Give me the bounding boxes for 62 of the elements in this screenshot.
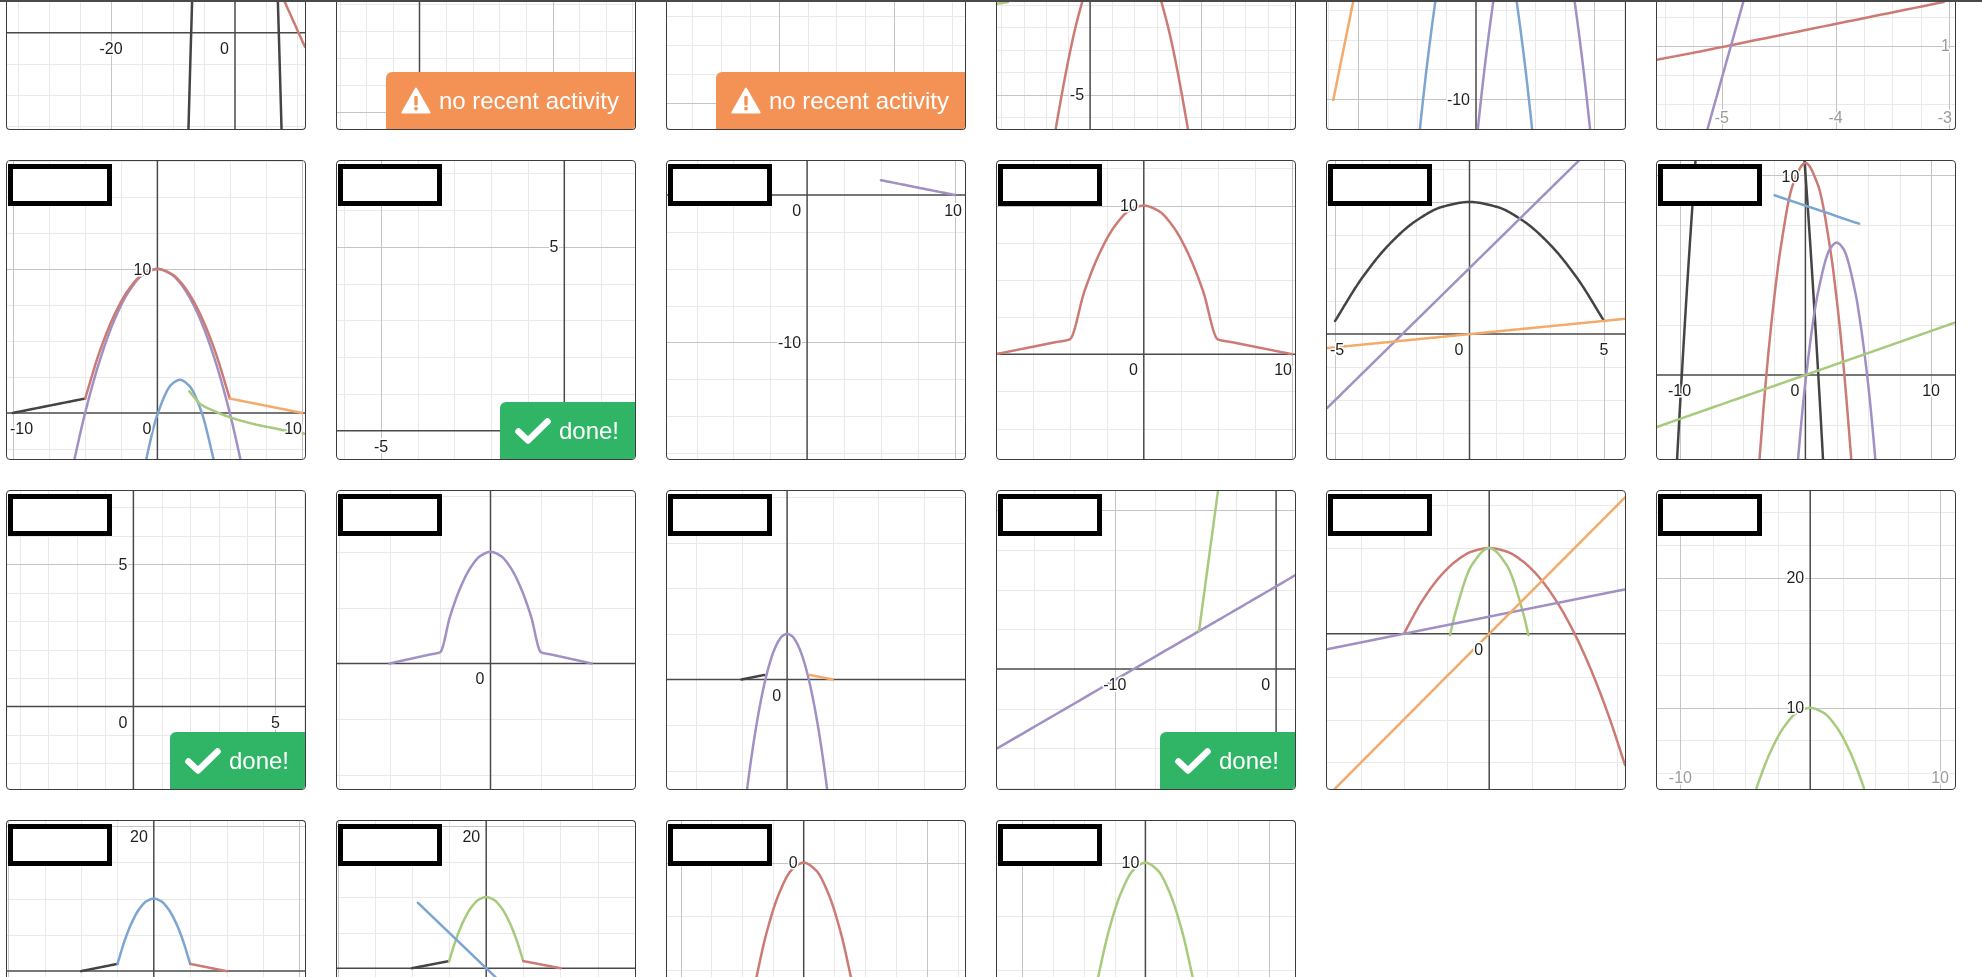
axis-tick-label: 20 xyxy=(1786,569,1805,587)
axis-tick-label: 0 xyxy=(1128,361,1138,379)
graph-card[interactable]: 0 xyxy=(1326,490,1626,790)
axis-tick-label: -10 xyxy=(777,334,802,351)
axis-tick-label: -20 xyxy=(99,39,123,57)
graph-card[interactable]: -10 xyxy=(1326,2,1626,130)
axis-tick-label: 0 xyxy=(142,419,152,437)
graph-card[interactable]: 20 xyxy=(6,820,306,977)
graph-curve xyxy=(996,2,1010,6)
status-text: done! xyxy=(1218,748,1279,773)
axis-tick-label: 0 xyxy=(220,39,229,57)
axis-tick-label: 10 xyxy=(133,260,152,278)
warning-icon xyxy=(400,87,431,114)
axis-tick-label: 10 xyxy=(1931,769,1949,786)
axis-tick-label: 0 xyxy=(118,713,128,731)
axis-tick-label: 10 xyxy=(1922,382,1940,399)
axis-tick-label: 20 xyxy=(462,828,481,845)
status-text: no recent activity xyxy=(438,88,619,113)
check-icon xyxy=(514,416,551,445)
axis-tick-label: 0 xyxy=(1454,341,1464,359)
warning-icon xyxy=(730,87,761,114)
graph-card[interactable]: 0 10 -10 xyxy=(666,160,966,460)
graph-card[interactable]: -5 xyxy=(996,2,1296,130)
axis-tick-label: 10 xyxy=(1121,854,1140,872)
axis-tick-label: 0 xyxy=(772,686,782,704)
axis-tick-label: 20 xyxy=(130,828,148,845)
status-text: no recent activity xyxy=(768,88,949,113)
axis-tick-label: 5 xyxy=(271,713,280,731)
axis-tick-label: 1 xyxy=(1941,37,1950,55)
axis-tick-label: -10 xyxy=(10,419,34,437)
graph-card[interactable]: 20 10 -10 10 xyxy=(1656,490,1956,790)
status-text: done! xyxy=(558,418,619,443)
graph-card[interactable]: 0 xyxy=(666,820,966,977)
axis-tick-label: 5 xyxy=(118,555,128,573)
graph-card[interactable]: 10 xyxy=(996,820,1296,977)
axis-tick-label: -10 xyxy=(1446,90,1470,108)
axis-tick-label: 10 xyxy=(1120,197,1138,215)
status-text: done! xyxy=(228,748,289,773)
axis-tick-label: -10 xyxy=(1668,769,1692,786)
axis-tick-label: 0 xyxy=(475,670,485,688)
axis-tick-label: -5 xyxy=(1069,86,1085,103)
axis-tick-label: 5 xyxy=(1599,341,1609,359)
check-icon xyxy=(184,746,221,775)
axis-tick-label: -4 xyxy=(1828,109,1843,126)
axis-tick-label: 0 xyxy=(792,201,802,219)
axis-tick-label: -10 xyxy=(1103,676,1127,693)
graph-card[interactable]: 0 xyxy=(666,490,966,790)
axis-tick-label: -5 xyxy=(373,437,389,455)
graph-card[interactable]: 10 0 10 xyxy=(996,160,1296,460)
axis-tick-label: 10 xyxy=(1274,361,1292,379)
axis-tick-label: -3 xyxy=(1937,109,1952,126)
axis-tick-label: 5 xyxy=(549,238,559,256)
axis-tick-label: 10 xyxy=(944,201,962,219)
axis-tick-label: 0 xyxy=(788,854,798,872)
graph-card[interactable]: -20 0 xyxy=(6,2,306,130)
axis-tick-label: 0 xyxy=(1261,676,1271,693)
axis-tick-label: 10 xyxy=(1786,699,1805,717)
check-icon xyxy=(1174,746,1211,775)
graph-card[interactable]: 0 xyxy=(336,490,636,790)
axis-tick-label: 0 xyxy=(1474,640,1484,658)
axis-tick-label: 0 xyxy=(1790,382,1800,399)
graph-card[interactable]: 20 xyxy=(336,820,636,977)
